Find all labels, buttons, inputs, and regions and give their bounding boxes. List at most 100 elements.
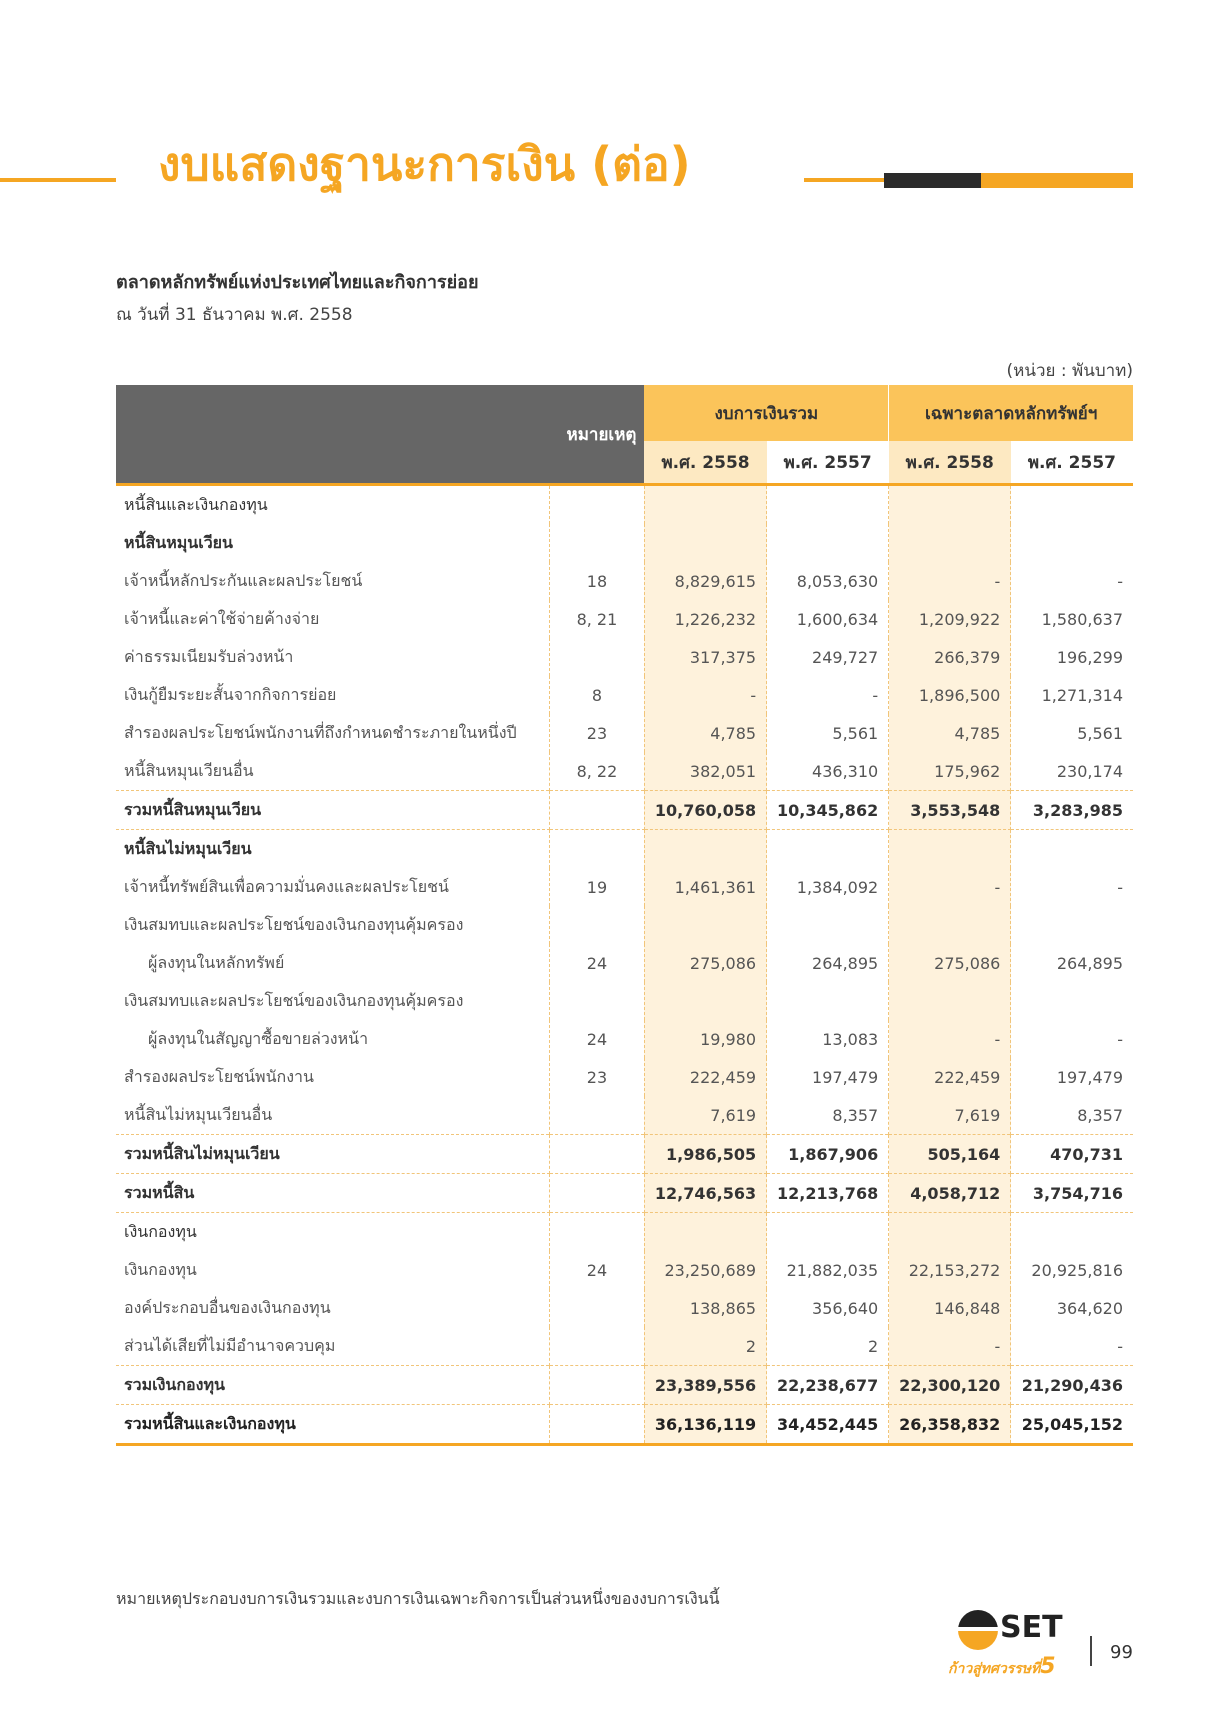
row-value: -: [1117, 877, 1123, 897]
row-note: 8, 21: [549, 600, 645, 638]
row-value: 146,848: [888, 1289, 1012, 1327]
row-value: [1011, 906, 1133, 944]
total-value: 3,553,548: [888, 790, 1012, 830]
row-label: หนี้สินไม่หมุนเวียน: [116, 829, 550, 868]
row-note: 23: [549, 714, 645, 752]
row-value: 196,299: [1056, 647, 1123, 667]
row-value: 436,310: [766, 752, 890, 791]
title-rule-left: [0, 178, 116, 182]
set-logo-wave: [958, 1627, 998, 1631]
row-note: [549, 524, 645, 562]
row-label: หนี้สินและเงินกองทุน: [116, 484, 550, 524]
row-value: 364,620: [1056, 1298, 1123, 1318]
row-label: เงินสมทบและผลประโยชน์ของเงินกองทุนคุ้มคร…: [116, 982, 550, 1020]
row-value: [1011, 982, 1133, 1020]
row-value: [1011, 830, 1133, 869]
row-note: 18: [549, 562, 645, 600]
title-bar-dark: [884, 173, 981, 188]
row-value: 264,895: [1056, 953, 1123, 973]
row-value: [644, 906, 768, 944]
row-value: [766, 1212, 890, 1251]
row-label: เจ้าหนี้และค่าใช้จ่ายค้างจ่าย: [116, 600, 550, 638]
row-value: -: [888, 1020, 1012, 1058]
row-note: 24: [549, 1020, 645, 1058]
footnote: หมายเหตุประกอบงบการเงินรวมและงบการเงินเฉ…: [116, 1589, 720, 1608]
row-value: [644, 829, 768, 868]
grand-total-label: รวมหนี้สินและเงินกองทุน: [116, 1404, 550, 1446]
row-value: [644, 524, 768, 562]
company-name: ตลาดหลักทรัพย์แห่งประเทศไทยและกิจการย่อย: [116, 272, 479, 293]
total-value: 10,345,862: [766, 790, 890, 830]
row-value: 5,561: [766, 714, 890, 752]
row-note: [549, 1212, 645, 1251]
row-note: [549, 1289, 645, 1327]
title-rule-right: [804, 178, 884, 182]
grand-total-value: 34,452,445: [766, 1404, 890, 1446]
row-value: [644, 484, 768, 524]
row-label: เงินกองทุน: [116, 1212, 550, 1251]
row-value: [644, 1212, 768, 1251]
header-year: พ.ศ. 2557: [766, 441, 889, 486]
row-value: 1,209,922: [888, 600, 1012, 638]
row-note: 8, 22: [549, 752, 645, 791]
header-separate: เฉพาะตลาดหลักทรัพย์ฯ: [888, 385, 1133, 441]
total-value: 10,760,058: [644, 790, 768, 830]
header-year: พ.ศ. 2558: [644, 441, 767, 486]
row-value: 8,357: [766, 1096, 890, 1135]
row-value: 22,153,272: [888, 1251, 1012, 1289]
total-value: 470,731: [1010, 1134, 1133, 1174]
row-value: -: [888, 868, 1012, 906]
row-value: 1,384,092: [766, 868, 890, 906]
row-label: สำรองผลประโยชน์พนักงาน: [116, 1058, 550, 1096]
row-value: 138,865: [644, 1289, 768, 1327]
row-value: [888, 524, 1012, 562]
row-value: 20,925,816: [1031, 1260, 1123, 1280]
row-note: [549, 1134, 645, 1174]
row-note: [549, 1404, 645, 1446]
row-value: -: [1117, 1029, 1123, 1049]
row-value: 356,640: [766, 1289, 890, 1327]
row-label: ส่วนได้เสียที่ไม่มีอำนาจควบคุม: [116, 1327, 550, 1366]
row-value: 382,051: [644, 752, 768, 791]
row-value: 1,271,314: [1041, 685, 1123, 705]
row-label: หนี้สินหมุนเวียน: [116, 524, 550, 562]
total-value: 22,238,677: [766, 1365, 890, 1405]
row-value: 197,479: [766, 1058, 890, 1096]
row-label: เงินกองทุน: [116, 1251, 550, 1289]
row-label: เจ้าหนี้ทรัพย์สินเพื่อความมั่นคงและผลประ…: [116, 868, 550, 906]
row-value: [766, 524, 890, 562]
row-value: [888, 906, 1012, 944]
row-value: 23,250,689: [644, 1251, 768, 1289]
total-row-label: รวมหนี้สิน: [116, 1173, 550, 1213]
row-value: [1011, 524, 1133, 562]
as-of-date: ณ วันที่ 31 ธันวาคม พ.ศ. 2558: [116, 305, 353, 325]
row-value: [888, 484, 1012, 524]
row-label: ผู้ลงทุนในสัญญาซื้อขายล่วงหน้า: [116, 1020, 550, 1058]
row-value: -: [1117, 1336, 1123, 1356]
row-note: [549, 484, 645, 524]
grand-total-value: 36,136,119: [644, 1404, 768, 1446]
row-note: [549, 829, 645, 868]
header-year: พ.ศ. 2558: [888, 441, 1011, 486]
total-value: 22,300,120: [888, 1365, 1012, 1405]
row-value: -: [888, 1327, 1012, 1366]
total-row-label: รวมหนี้สินไม่หมุนเวียน: [116, 1134, 550, 1174]
row-note: 19: [549, 868, 645, 906]
row-label: ผู้ลงทุนในหลักทรัพย์: [116, 944, 550, 982]
row-note: 8: [549, 676, 645, 714]
row-value: 2: [644, 1327, 768, 1366]
row-value: -: [644, 676, 768, 714]
row-value: 2: [766, 1327, 890, 1366]
balance-sheet-table: หมายเหตุ งบการเงินรวม เฉพาะตลาดหลักทรัพย…: [116, 385, 1133, 1446]
header-note: หมายเหตุ: [549, 385, 645, 486]
row-note: [549, 1365, 645, 1405]
row-value: 8,357: [1077, 1105, 1123, 1125]
total-value: 12,213,768: [766, 1173, 890, 1213]
row-value: 8,829,615: [644, 562, 768, 600]
row-note: [549, 790, 645, 830]
row-value: 175,962: [888, 752, 1012, 791]
row-value: [888, 829, 1012, 868]
set-logo-tagline: ก้าวสู่ทศวรรษที่5: [948, 1654, 1056, 1680]
row-note: 24: [549, 944, 645, 982]
total-value: 4,058,712: [888, 1173, 1012, 1213]
